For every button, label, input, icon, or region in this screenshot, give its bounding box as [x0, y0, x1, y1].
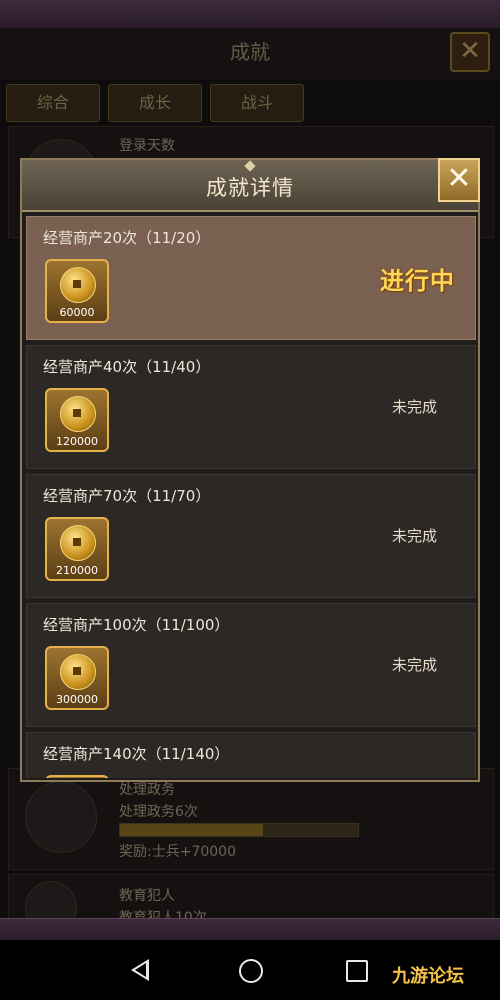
tab-battle: 战斗 [210, 84, 304, 122]
coin-icon [60, 525, 96, 561]
forum-watermark: 九游论坛 [392, 966, 464, 987]
item-title: 经营商产140次（11/140） [43, 745, 230, 763]
background-header: 成就 ✕ [0, 28, 500, 80]
reward-slot[interactable]: 300000 [45, 646, 109, 710]
list-item[interactable]: 经营商产100次（11/100） 300000 未完成 [26, 603, 476, 727]
home-icon[interactable] [239, 959, 263, 983]
list-item[interactable]: 经营商产70次（11/70） 210000 未完成 [26, 474, 476, 598]
background-tabs: 综合 成长 战斗 [6, 84, 304, 122]
status-badge: 进行中 [380, 267, 455, 295]
reward-slot[interactable] [45, 775, 109, 778]
status-label: 未完成 [391, 527, 437, 545]
reward-amount: 210000 [56, 564, 98, 577]
background-row: 处理政务 处理政务6次 奖励:士兵+70000 [8, 768, 494, 870]
background-row-title: 处理政务 [119, 782, 175, 798]
coin-icon [60, 654, 96, 690]
list-item[interactable]: 经营商产140次（11/140） [26, 732, 476, 778]
reward-amount: 120000 [56, 435, 98, 448]
modal-title: 成就详情 [206, 176, 294, 200]
background-close-icon: ✕ [450, 32, 490, 72]
item-title: 经营商产20次（11/20） [43, 229, 211, 247]
background-row-reward: 奖励:士兵+70000 [119, 844, 236, 860]
progress-bar [119, 823, 359, 837]
close-button[interactable]: ✕ [438, 158, 480, 202]
top-decorative-frame [0, 0, 500, 29]
progress-fill [120, 824, 263, 836]
list-item[interactable]: 经营商产20次（11/20） 60000 进行中 [26, 216, 476, 340]
reward-slot[interactable]: 210000 [45, 517, 109, 581]
reward-amount: 60000 [59, 306, 95, 319]
bottom-decorative-frame [0, 918, 500, 941]
reward-slot[interactable]: 120000 [45, 388, 109, 452]
reward-slot[interactable]: 60000 [45, 259, 109, 323]
background-row-title: 教育犯人 [119, 888, 175, 904]
background-row-title: 登录天数 [119, 138, 175, 154]
avatar [25, 781, 97, 853]
list-item[interactable]: 经营商产40次（11/40） 120000 未完成 [26, 345, 476, 469]
item-title: 经营商产100次（11/100） [43, 616, 230, 634]
background-title: 成就 [230, 40, 270, 64]
item-title: 经营商产40次（11/40） [43, 358, 211, 376]
achievement-detail-modal: 成就详情 ✕ 经营商产20次（11/20） 60000 进行中 经营商产40次（… [20, 158, 480, 782]
coin-icon [60, 396, 96, 432]
tab-general: 综合 [6, 84, 100, 122]
item-title: 经营商产70次（11/70） [43, 487, 211, 505]
modal-header: 成就详情 [22, 160, 478, 212]
title-ornament-icon [244, 160, 256, 172]
coin-icon [60, 267, 96, 303]
reward-amount: 300000 [56, 693, 98, 706]
background-row-task: 处理政务6次 [119, 804, 198, 820]
achievement-list[interactable]: 经营商产20次（11/20） 60000 进行中 经营商产40次（11/40） … [26, 216, 476, 778]
status-label: 未完成 [391, 656, 437, 674]
tab-growth: 成长 [108, 84, 202, 122]
status-label: 未完成 [391, 398, 437, 416]
back-icon[interactable] [131, 959, 149, 981]
recent-apps-icon[interactable] [346, 960, 368, 982]
